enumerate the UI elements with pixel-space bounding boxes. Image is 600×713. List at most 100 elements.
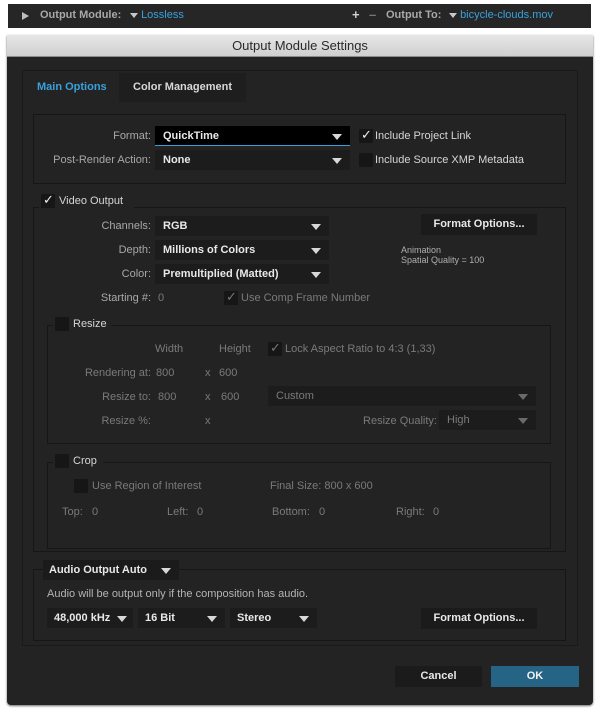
audio-format-options-button[interactable]: Format Options... <box>421 608 537 629</box>
use-roi-checkbox[interactable] <box>74 479 88 493</box>
chevron-down-icon <box>518 394 528 400</box>
crop-left-label: Left: <box>167 506 189 518</box>
resize-preset-value: Custom <box>276 390 314 402</box>
triangle-right-icon[interactable] <box>22 12 29 20</box>
dialog-title: Output Module Settings <box>7 35 593 57</box>
crop-left-field[interactable]: 0 <box>197 506 203 518</box>
chevron-down-icon <box>449 12 457 18</box>
chevron-down-icon <box>207 616 217 622</box>
use-comp-frame-checkbox[interactable]: ✓ <box>224 289 238 305</box>
use-comp-frame-label[interactable]: Use Comp Frame Number <box>241 292 370 304</box>
crop-top-field[interactable]: 0 <box>92 506 98 518</box>
chevron-down-icon <box>518 418 528 424</box>
crop-right-label: Right: <box>396 506 425 518</box>
include-xmp-checkbox[interactable] <box>359 153 373 167</box>
resize-height-field[interactable]: 600 <box>221 391 239 403</box>
sample-rate-value: 48,000 kHz <box>54 612 111 624</box>
audio-channels-dropdown[interactable]: Stereo <box>230 608 317 628</box>
output-module-settings-dialog: Output Module Settings Main Options Colo… <box>7 35 593 705</box>
chevron-down-icon <box>332 134 342 140</box>
checkmark-icon: ✓ <box>270 340 281 355</box>
channels-value: RGB <box>163 220 188 232</box>
bit-depth-dropdown[interactable]: 16 Bit <box>138 608 225 628</box>
starting-number-label: Starting #: <box>100 292 151 304</box>
crop-top-label: Top: <box>62 506 83 518</box>
depth-value: Millions of Colors <box>163 244 256 256</box>
rendering-height: 600 <box>219 367 238 379</box>
height-header: Height <box>219 343 251 355</box>
format-label: Format: <box>113 130 151 142</box>
checkmark-icon: ✓ <box>361 127 372 142</box>
output-to-value[interactable]: bicycle-clouds.mov <box>460 9 553 21</box>
output-to-label: Output To: <box>386 9 442 21</box>
chevron-down-icon <box>311 248 321 254</box>
video-output-checkbox[interactable]: ✓ <box>41 192 55 208</box>
bit-depth-value: 16 Bit <box>145 612 175 624</box>
audio-output-mode-dropdown[interactable]: Audio Output Auto <box>43 560 179 580</box>
crop-label[interactable]: Crop <box>73 455 97 467</box>
resize-label[interactable]: Resize <box>73 318 107 330</box>
format-dropdown[interactable]: QuickTime <box>155 126 350 146</box>
tab-main-options[interactable]: Main Options <box>23 73 121 102</box>
crop-checkbox[interactable] <box>55 454 69 468</box>
output-module-dropdown[interactable]: Lossless <box>130 9 184 21</box>
depth-dropdown[interactable]: Millions of Colors <box>155 240 329 260</box>
include-project-link-label[interactable]: Include Project Link <box>375 130 471 142</box>
chevron-down-icon <box>311 272 321 278</box>
crop-bottom-field[interactable]: 0 <box>319 506 325 518</box>
resize-quality-dropdown[interactable]: High <box>439 410 536 430</box>
add-output-button[interactable]: + <box>352 7 360 22</box>
chevron-down-icon <box>311 224 321 230</box>
include-xmp-label[interactable]: Include Source XMP Metadata <box>375 154 524 166</box>
codec-info-line1: Animation <box>401 245 442 255</box>
resize-preset-dropdown[interactable]: Custom <box>268 386 536 406</box>
channels-dropdown[interactable]: RGB <box>155 216 329 236</box>
tab-color-management[interactable]: Color Management <box>119 73 247 102</box>
output-module-label: Output Module: <box>40 9 122 21</box>
audio-output-mode-value: Audio Output Auto <box>49 564 147 576</box>
resize-checkbox[interactable] <box>55 317 69 331</box>
crop-right-field[interactable]: 0 <box>433 506 439 518</box>
post-render-dropdown[interactable]: None <box>155 150 350 170</box>
output-module-value[interactable]: Lossless <box>141 9 184 21</box>
resize-to-label: Resize to: <box>102 391 151 403</box>
chevron-down-icon <box>161 568 171 574</box>
channels-label: Channels: <box>101 220 151 232</box>
video-output-label[interactable]: Video Output <box>59 195 123 207</box>
video-format-options-button[interactable]: Format Options... <box>421 214 537 235</box>
width-header: Width <box>155 343 184 355</box>
post-render-label: Post-Render Action: <box>53 154 151 166</box>
format-value: QuickTime <box>163 130 220 142</box>
chevron-down-icon <box>117 616 127 622</box>
resize-percent-label: Resize %: <box>101 415 151 427</box>
audio-note: Audio will be output only if the composi… <box>47 588 309 600</box>
final-size-text: Final Size: 800 x 600 <box>270 480 373 492</box>
color-dropdown[interactable]: Premultiplied (Matted) <box>155 264 329 284</box>
resize-quality-value: High <box>447 414 470 426</box>
format-section <box>33 114 566 184</box>
checkmark-icon: ✓ <box>226 289 237 304</box>
chevron-down-icon <box>332 158 342 164</box>
chevron-down-icon <box>130 12 138 18</box>
ok-button[interactable]: OK <box>491 666 579 687</box>
chevron-down-icon <box>299 616 309 622</box>
resize-width-field[interactable]: 800 <box>158 391 176 403</box>
output-to-dropdown[interactable]: bicycle-clouds.mov <box>449 9 553 21</box>
color-label: Color: <box>121 268 151 280</box>
lock-aspect-label[interactable]: Lock Aspect Ratio to 4:3 (1,33) <box>285 343 435 355</box>
use-roi-label[interactable]: Use Region of Interest <box>92 480 201 492</box>
rendering-at-label: Rendering at: <box>84 367 151 379</box>
lock-aspect-checkbox[interactable]: ✓ <box>268 340 282 356</box>
audio-channels-value: Stereo <box>237 612 272 624</box>
starting-number-value[interactable]: 0 <box>158 292 164 304</box>
include-project-link-checkbox[interactable]: ✓ <box>359 127 373 143</box>
checkmark-icon: ✓ <box>43 192 54 207</box>
cancel-button[interactable]: Cancel <box>395 666 482 687</box>
post-render-value: None <box>163 154 191 166</box>
depth-label: Depth: <box>118 244 151 256</box>
codec-info-line2: Spatial Quality = 100 <box>401 255 485 265</box>
remove-output-button[interactable]: – <box>369 7 376 22</box>
sample-rate-dropdown[interactable]: 48,000 kHz <box>47 608 133 628</box>
color-value: Premultiplied (Matted) <box>163 268 279 280</box>
times-symbol: x <box>205 415 211 427</box>
